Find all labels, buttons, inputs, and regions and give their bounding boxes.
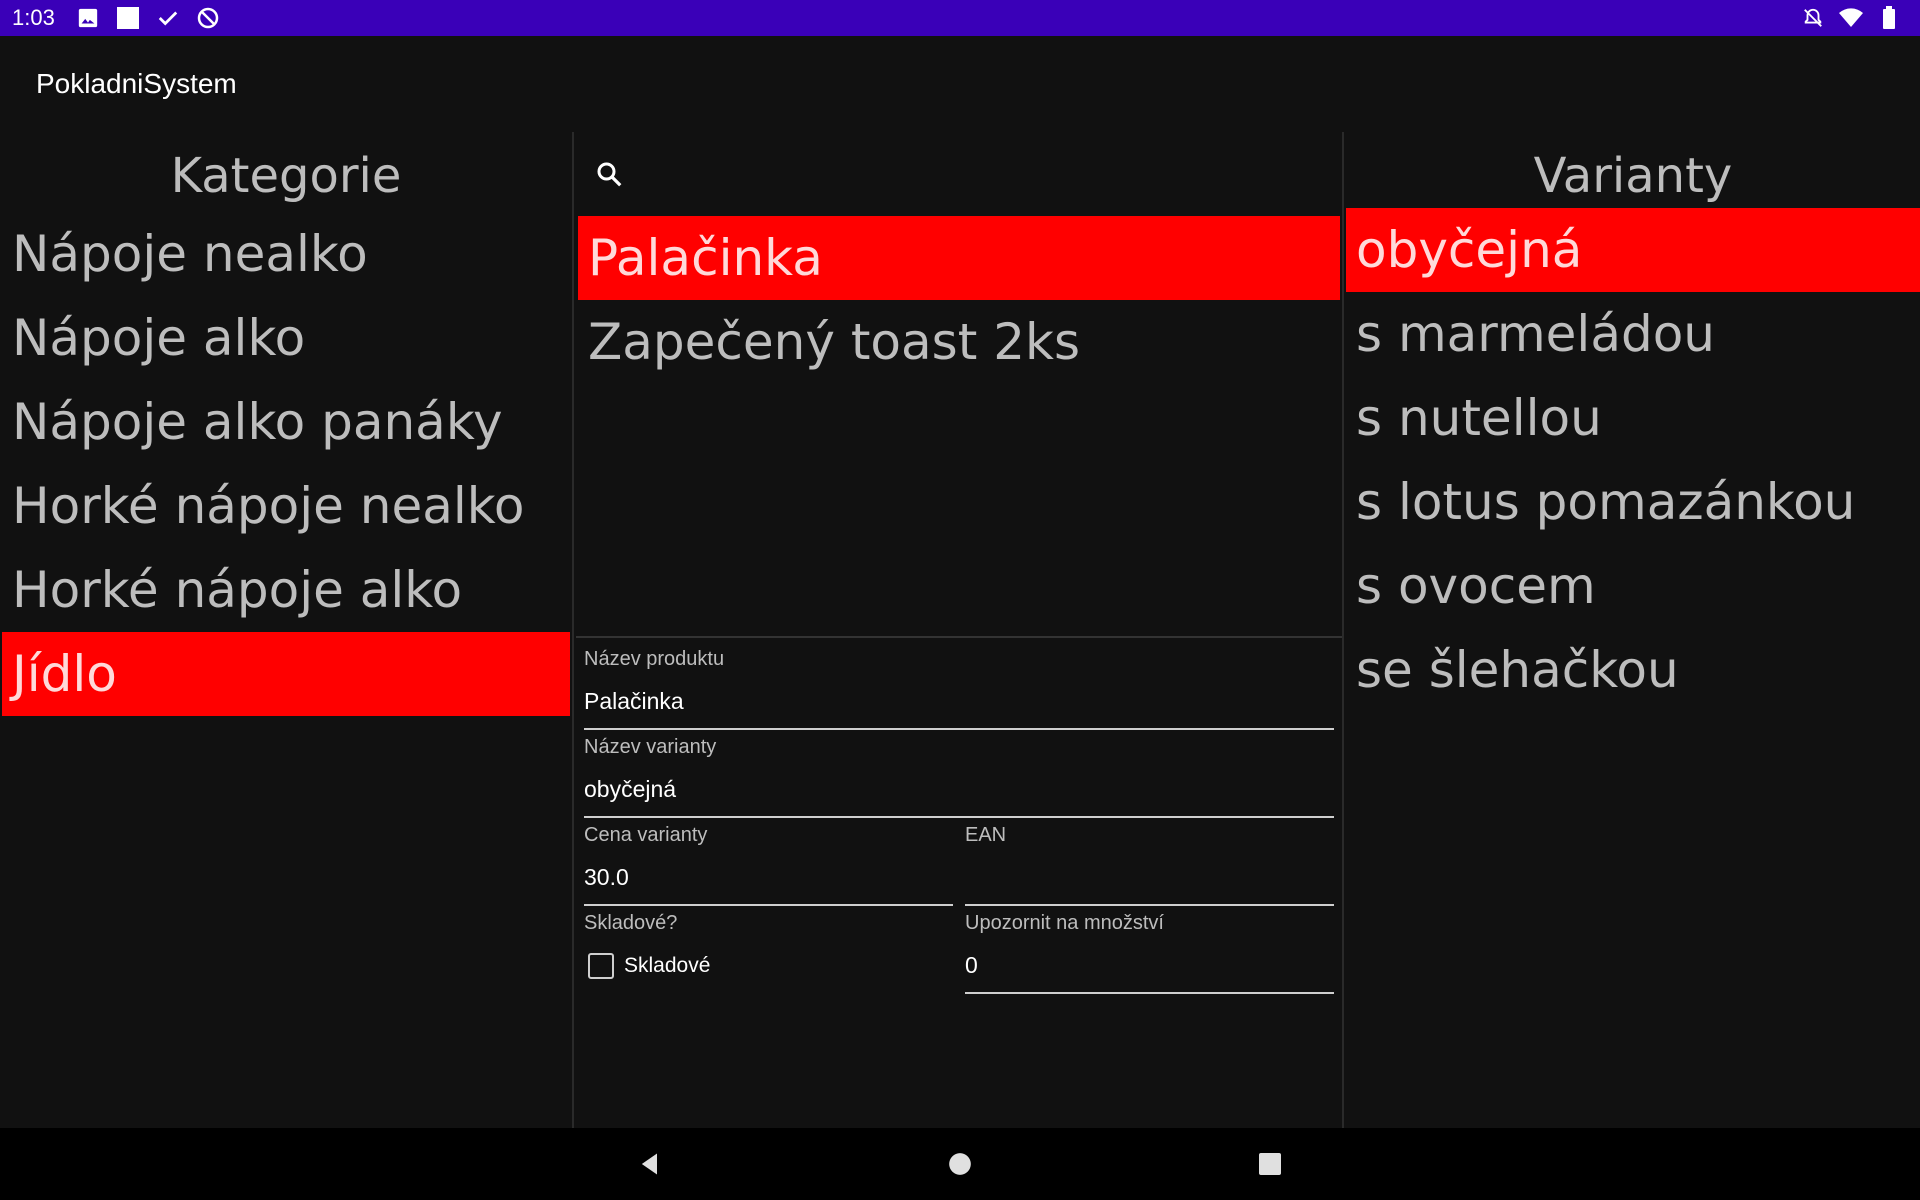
product-item[interactable]: Palačinka <box>578 216 1340 300</box>
back-icon[interactable] <box>620 1134 680 1194</box>
variant-item[interactable]: se šlehačkou <box>1346 628 1920 712</box>
variants-panel: Varianty obyčejná s marmeládou s nutello… <box>1346 132 1920 1128</box>
wifi-icon <box>1838 5 1864 31</box>
categories-list: Nápoje nealko Nápoje alko Nápoje alko pa… <box>0 212 572 716</box>
variant-name-label: Název varianty <box>584 736 717 758</box>
category-item[interactable]: Jídlo <box>2 632 570 716</box>
products-panel: Palačinka Zapečený toast 2ks Název produ… <box>576 132 1344 1128</box>
variant-item[interactable]: obyčejná <box>1346 208 1920 292</box>
product-item[interactable]: Zapečený toast 2ks <box>578 300 1340 384</box>
variant-item[interactable]: s marmeládou <box>1346 292 1920 376</box>
variant-price-label: Cena varianty <box>584 824 708 846</box>
status-bar: 1:03 <box>0 0 1920 36</box>
square-icon <box>115 5 141 31</box>
stock-checkbox[interactable] <box>588 953 614 979</box>
variant-name-input[interactable] <box>584 762 1334 818</box>
notify-label: Upozornit na množství <box>965 912 1164 934</box>
navigation-bar <box>0 1128 1920 1200</box>
variant-price-field-group: Cena varianty <box>584 820 953 906</box>
product-form: Název produktu Název varianty Cena varia… <box>576 636 1342 994</box>
variant-item[interactable]: s ovocem <box>1346 544 1920 628</box>
home-icon[interactable] <box>930 1134 990 1194</box>
check-icon <box>155 5 181 31</box>
status-time: 1:03 <box>12 5 55 30</box>
variant-item[interactable]: s lotus pomazánkou <box>1346 460 1920 544</box>
categories-header: Kategorie <box>170 148 402 204</box>
recents-icon[interactable] <box>1240 1134 1300 1194</box>
category-item[interactable]: Nápoje alko <box>2 296 570 380</box>
app-title: PokladniSystem <box>36 68 237 99</box>
notify-field-group: Upozornit na množství <box>965 908 1334 994</box>
ean-label: EAN <box>965 824 1007 846</box>
ean-field-group: EAN <box>965 820 1334 906</box>
products-list: Palačinka Zapečený toast 2ks <box>576 216 1342 636</box>
variant-name-field-group: Název varianty <box>584 732 1334 818</box>
image-icon <box>75 5 101 31</box>
categories-panel: Kategorie Nápoje nealko Nápoje alko Nápo… <box>0 132 574 1128</box>
category-item[interactable]: Nápoje nealko <box>2 212 570 296</box>
category-item[interactable]: Horké nápoje nealko <box>2 464 570 548</box>
notifications-off-icon <box>1800 5 1826 31</box>
stock-field-group: Skladové? Skladové <box>584 908 953 994</box>
stock-label: Skladové? <box>584 912 678 934</box>
search-icon[interactable] <box>594 159 624 193</box>
search-input[interactable] <box>638 151 1342 201</box>
variants-list: obyčejná s marmeládou s nutellou s lotus… <box>1346 208 1920 712</box>
notify-quantity-input[interactable] <box>965 938 1334 994</box>
product-name-label: Název produktu <box>584 648 725 670</box>
product-name-input[interactable] <box>584 674 1334 730</box>
battery-icon <box>1876 5 1902 31</box>
category-item[interactable]: Nápoje alko panáky <box>2 380 570 464</box>
stock-checkbox-label[interactable]: Skladové <box>624 954 710 978</box>
stock-checkbox-row[interactable]: Skladové <box>584 938 953 994</box>
app-bar: PokladniSystem <box>0 36 1920 132</box>
ean-input[interactable] <box>965 850 1334 906</box>
product-name-field-group: Název produktu <box>584 644 1334 730</box>
variant-item[interactable]: s nutellou <box>1346 376 1920 460</box>
variant-price-input[interactable] <box>584 850 953 906</box>
search-bar <box>576 140 1342 212</box>
variants-header: Varianty <box>1533 148 1733 204</box>
category-item[interactable]: Horké nápoje alko <box>2 548 570 632</box>
sync-blocked-icon <box>195 5 221 31</box>
